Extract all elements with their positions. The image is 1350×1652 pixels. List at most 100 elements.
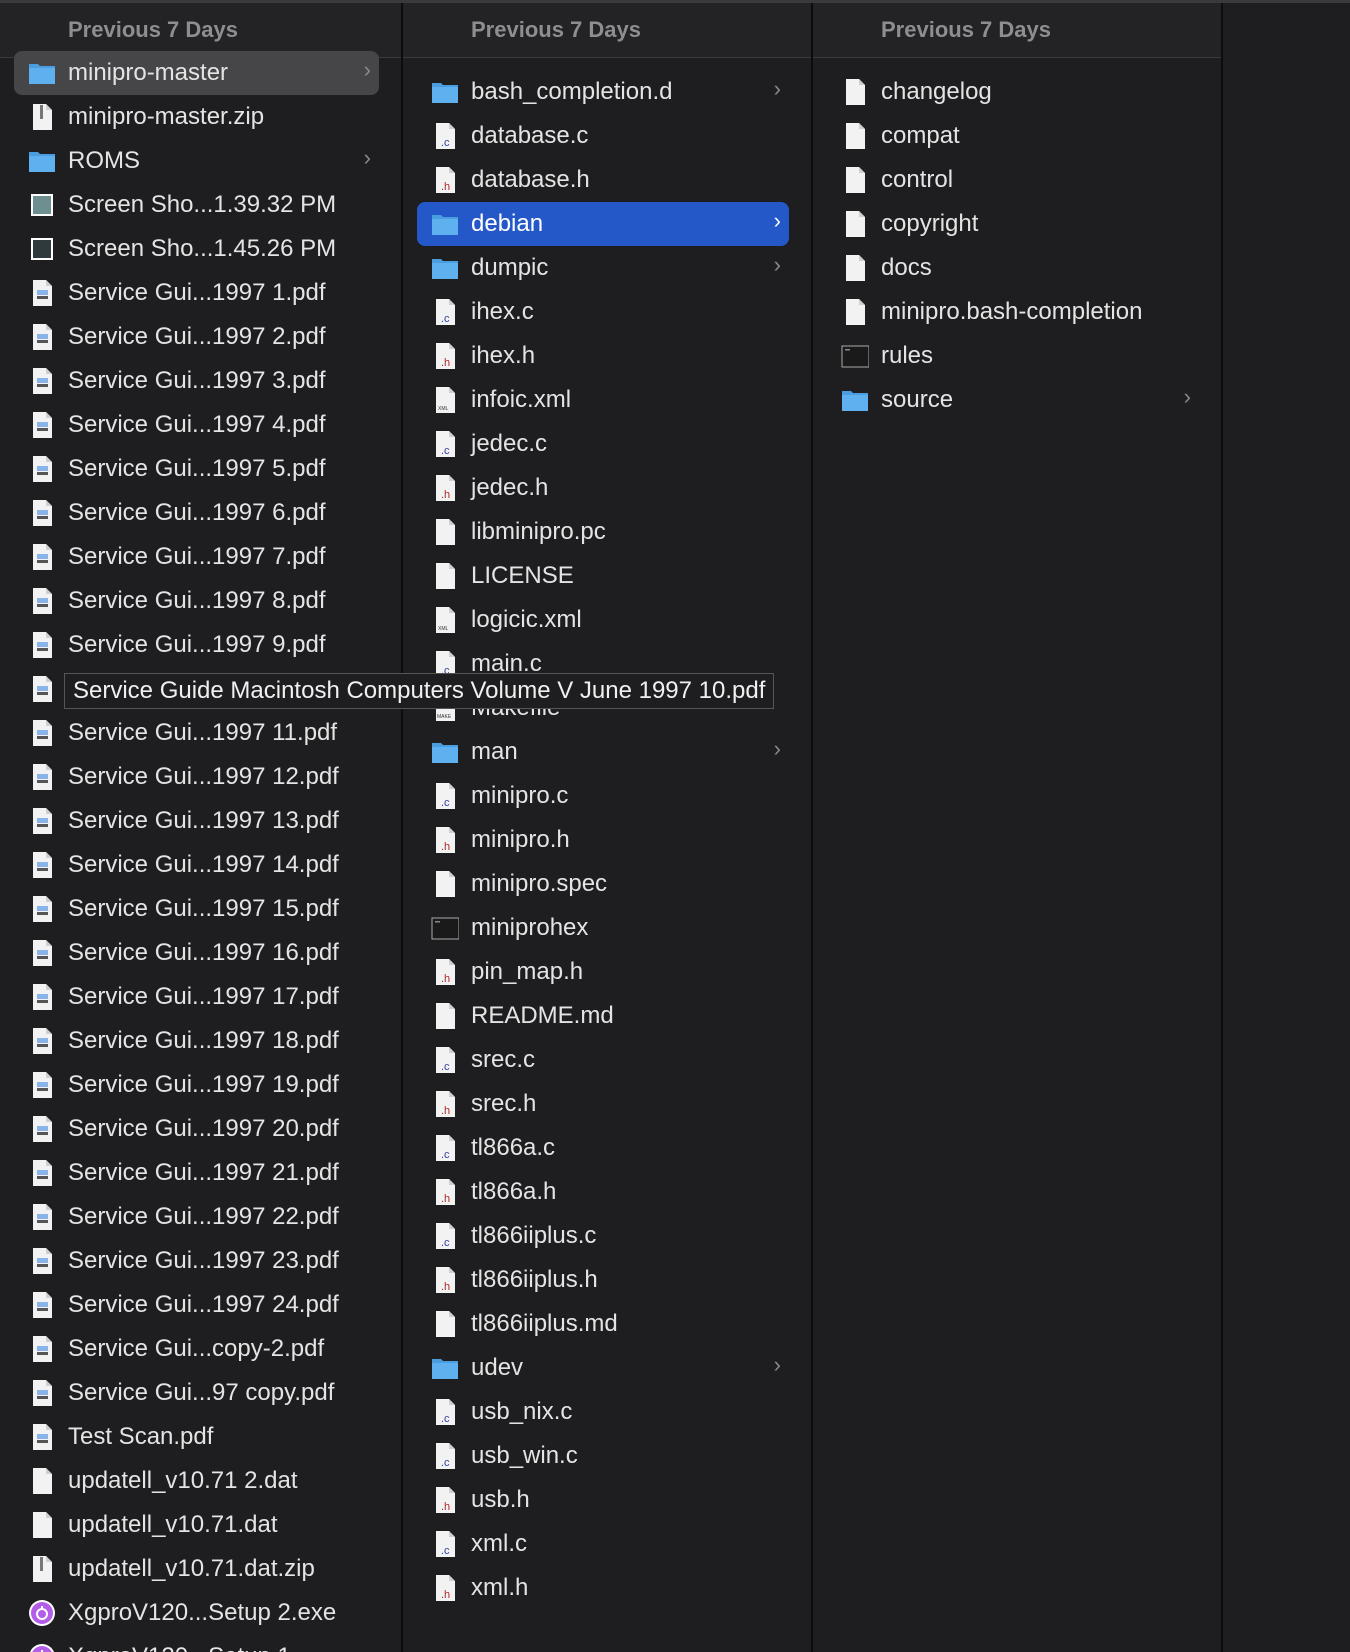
file-row[interactable]: Service Gui...1997 11.pdf <box>14 711 379 755</box>
file-row[interactable]: .h tl866a.h <box>417 1170 789 1214</box>
file-row[interactable]: copyright <box>827 202 1199 246</box>
file-row[interactable]: .h database.h <box>417 158 789 202</box>
file-row[interactable]: .c minipro.c <box>417 774 789 818</box>
file-row[interactable]: .c tl866a.c <box>417 1126 789 1170</box>
file-row[interactable]: .c xml.c <box>417 1522 789 1566</box>
file-row[interactable]: Service Gui...1997 5.pdf <box>14 447 379 491</box>
file-row[interactable]: .h pin_map.h <box>417 950 789 994</box>
file-row[interactable]: Service Gui...1997 24.pdf <box>14 1283 379 1327</box>
file-row[interactable]: Service Gui...copy-2.pdf <box>14 1327 379 1371</box>
pdf-icon <box>28 1423 56 1451</box>
doc-icon <box>841 298 869 326</box>
file-row[interactable]: .h jedec.h <box>417 466 789 510</box>
file-row[interactable]: Service Gui...1997 9.pdf <box>14 623 379 667</box>
file-row[interactable]: compat <box>827 114 1199 158</box>
folder-row[interactable]: debian › <box>417 202 789 246</box>
file-row[interactable]: XgproV120...Setup 2.exe <box>14 1591 379 1635</box>
h-icon: .h <box>431 1178 459 1206</box>
file-row[interactable]: Service Gui...1997 17.pdf <box>14 975 379 1019</box>
section-label: Previous 7 Days <box>881 17 1051 42</box>
svg-text:.c: .c <box>441 313 450 325</box>
file-row[interactable]: updatell_v10.71.dat <box>14 1503 379 1547</box>
file-row[interactable]: .h minipro.h <box>417 818 789 862</box>
item-name: ihex.h <box>471 342 536 369</box>
file-row[interactable]: .c tl866iiplus.c <box>417 1214 789 1258</box>
file-row[interactable]: Service Gui...1997 13.pdf <box>14 799 379 843</box>
file-row[interactable]: updatell_v10.71 2.dat <box>14 1459 379 1503</box>
folder-row[interactable]: man › <box>417 730 789 774</box>
folder-icon <box>28 59 56 87</box>
file-row[interactable]: Service Gui...1997 7.pdf <box>14 535 379 579</box>
file-row[interactable]: Service Gui...1997 23.pdf <box>14 1239 379 1283</box>
item-name: Service Gui...1997 1.pdf <box>68 279 326 306</box>
folder-row[interactable]: bash_completion.d › <box>417 70 789 114</box>
column-2[interactable]: Previous 7 Days bash_completion.d › .c data… <box>403 3 813 1652</box>
file-row[interactable]: Service Gui...1997 21.pdf <box>14 1151 379 1195</box>
chevron-right-icon: › <box>773 208 781 233</box>
file-row[interactable]: .c database.c <box>417 114 789 158</box>
file-row[interactable]: Service Gui...1997 12.pdf <box>14 755 379 799</box>
column-header: Previous 7 Days <box>813 3 1221 58</box>
file-row[interactable]: XML logicic.xml <box>417 598 789 642</box>
file-row[interactable]: rules <box>827 334 1199 378</box>
folder-row[interactable]: ROMS › <box>14 139 379 183</box>
file-row[interactable]: minipro-master.zip <box>14 95 379 139</box>
file-row[interactable]: Service Gui...1997 14.pdf <box>14 843 379 887</box>
item-name: Service Gui...1997 17.pdf <box>68 983 339 1010</box>
file-row[interactable]: README.md <box>417 994 789 1038</box>
file-row[interactable]: .h tl866iiplus.h <box>417 1258 789 1302</box>
folder-row[interactable]: udev › <box>417 1346 789 1390</box>
file-row[interactable]: Test Scan.pdf <box>14 1415 379 1459</box>
folder-row[interactable]: dumpic › <box>417 246 789 290</box>
chevron-right-icon: › <box>1183 384 1191 409</box>
empty-column-area[interactable] <box>1223 3 1350 1652</box>
file-row[interactable]: minipro.spec <box>417 862 789 906</box>
file-row[interactable]: Service Gui...1997 16.pdf <box>14 931 379 975</box>
item-name: Service Gui...1997 19.pdf <box>68 1071 339 1098</box>
file-row[interactable]: Service Gui...1997 4.pdf <box>14 403 379 447</box>
file-row[interactable]: XgproV120...Setup 1 <box>14 1635 379 1652</box>
file-row[interactable]: .c jedec.c <box>417 422 789 466</box>
file-row[interactable]: Service Gui...1997 6.pdf <box>14 491 379 535</box>
file-row[interactable]: Service Gui...1997 15.pdf <box>14 887 379 931</box>
file-row[interactable]: .h usb.h <box>417 1478 789 1522</box>
file-row[interactable]: miniprohex <box>417 906 789 950</box>
file-row[interactable]: .c srec.c <box>417 1038 789 1082</box>
file-row[interactable]: Service Gui...1997 3.pdf <box>14 359 379 403</box>
file-row[interactable]: Service Gui...97 copy.pdf <box>14 1371 379 1415</box>
file-row[interactable]: Service Gui...1997 18.pdf <box>14 1019 379 1063</box>
file-row[interactable]: Service Gui...1997 8.pdf <box>14 579 379 623</box>
file-row[interactable]: LICENSE <box>417 554 789 598</box>
file-row[interactable]: .h ihex.h <box>417 334 789 378</box>
file-row[interactable]: changelog <box>827 70 1199 114</box>
column-1[interactable]: Previous 7 Days minipro-master › minipro-m… <box>0 3 403 1652</box>
column-3[interactable]: Previous 7 Days changelog compat control co… <box>813 3 1223 1652</box>
file-row[interactable]: Service Gui...1997 19.pdf <box>14 1063 379 1107</box>
file-row[interactable]: control <box>827 158 1199 202</box>
file-row[interactable]: .h srec.h <box>417 1082 789 1126</box>
file-row[interactable]: .c ihex.c <box>417 290 789 334</box>
item-name: minipro.bash-completion <box>881 298 1143 325</box>
file-row[interactable]: docs <box>827 246 1199 290</box>
file-row[interactable]: Screen Sho...1.45.26 PM <box>14 227 379 271</box>
svg-text:.c: .c <box>441 445 450 457</box>
file-row[interactable]: XML infoic.xml <box>417 378 789 422</box>
file-row[interactable]: libminipro.pc <box>417 510 789 554</box>
item-name: minipro-master <box>68 59 229 86</box>
file-row[interactable]: tl866iiplus.md <box>417 1302 789 1346</box>
file-row[interactable]: .h xml.h <box>417 1566 789 1610</box>
file-row[interactable]: Service Gui...1997 1.pdf <box>14 271 379 315</box>
item-name: ihex.c <box>471 298 534 325</box>
file-row[interactable]: Service Gui...1997 22.pdf <box>14 1195 379 1239</box>
file-row[interactable]: Screen Sho...1.39.32 PM <box>14 183 379 227</box>
folder-row[interactable]: minipro-master › <box>14 51 379 95</box>
file-row[interactable]: updatell_v10.71.dat.zip <box>14 1547 379 1591</box>
pdf-icon <box>28 983 56 1011</box>
file-row[interactable]: .c usb_nix.c <box>417 1390 789 1434</box>
svg-text:.c: .c <box>441 1457 450 1469</box>
file-row[interactable]: minipro.bash-completion <box>827 290 1199 334</box>
folder-row[interactable]: source › <box>827 378 1199 422</box>
file-row[interactable]: Service Gui...1997 20.pdf <box>14 1107 379 1151</box>
file-row[interactable]: Service Gui...1997 2.pdf <box>14 315 379 359</box>
file-row[interactable]: .c usb_win.c <box>417 1434 789 1478</box>
